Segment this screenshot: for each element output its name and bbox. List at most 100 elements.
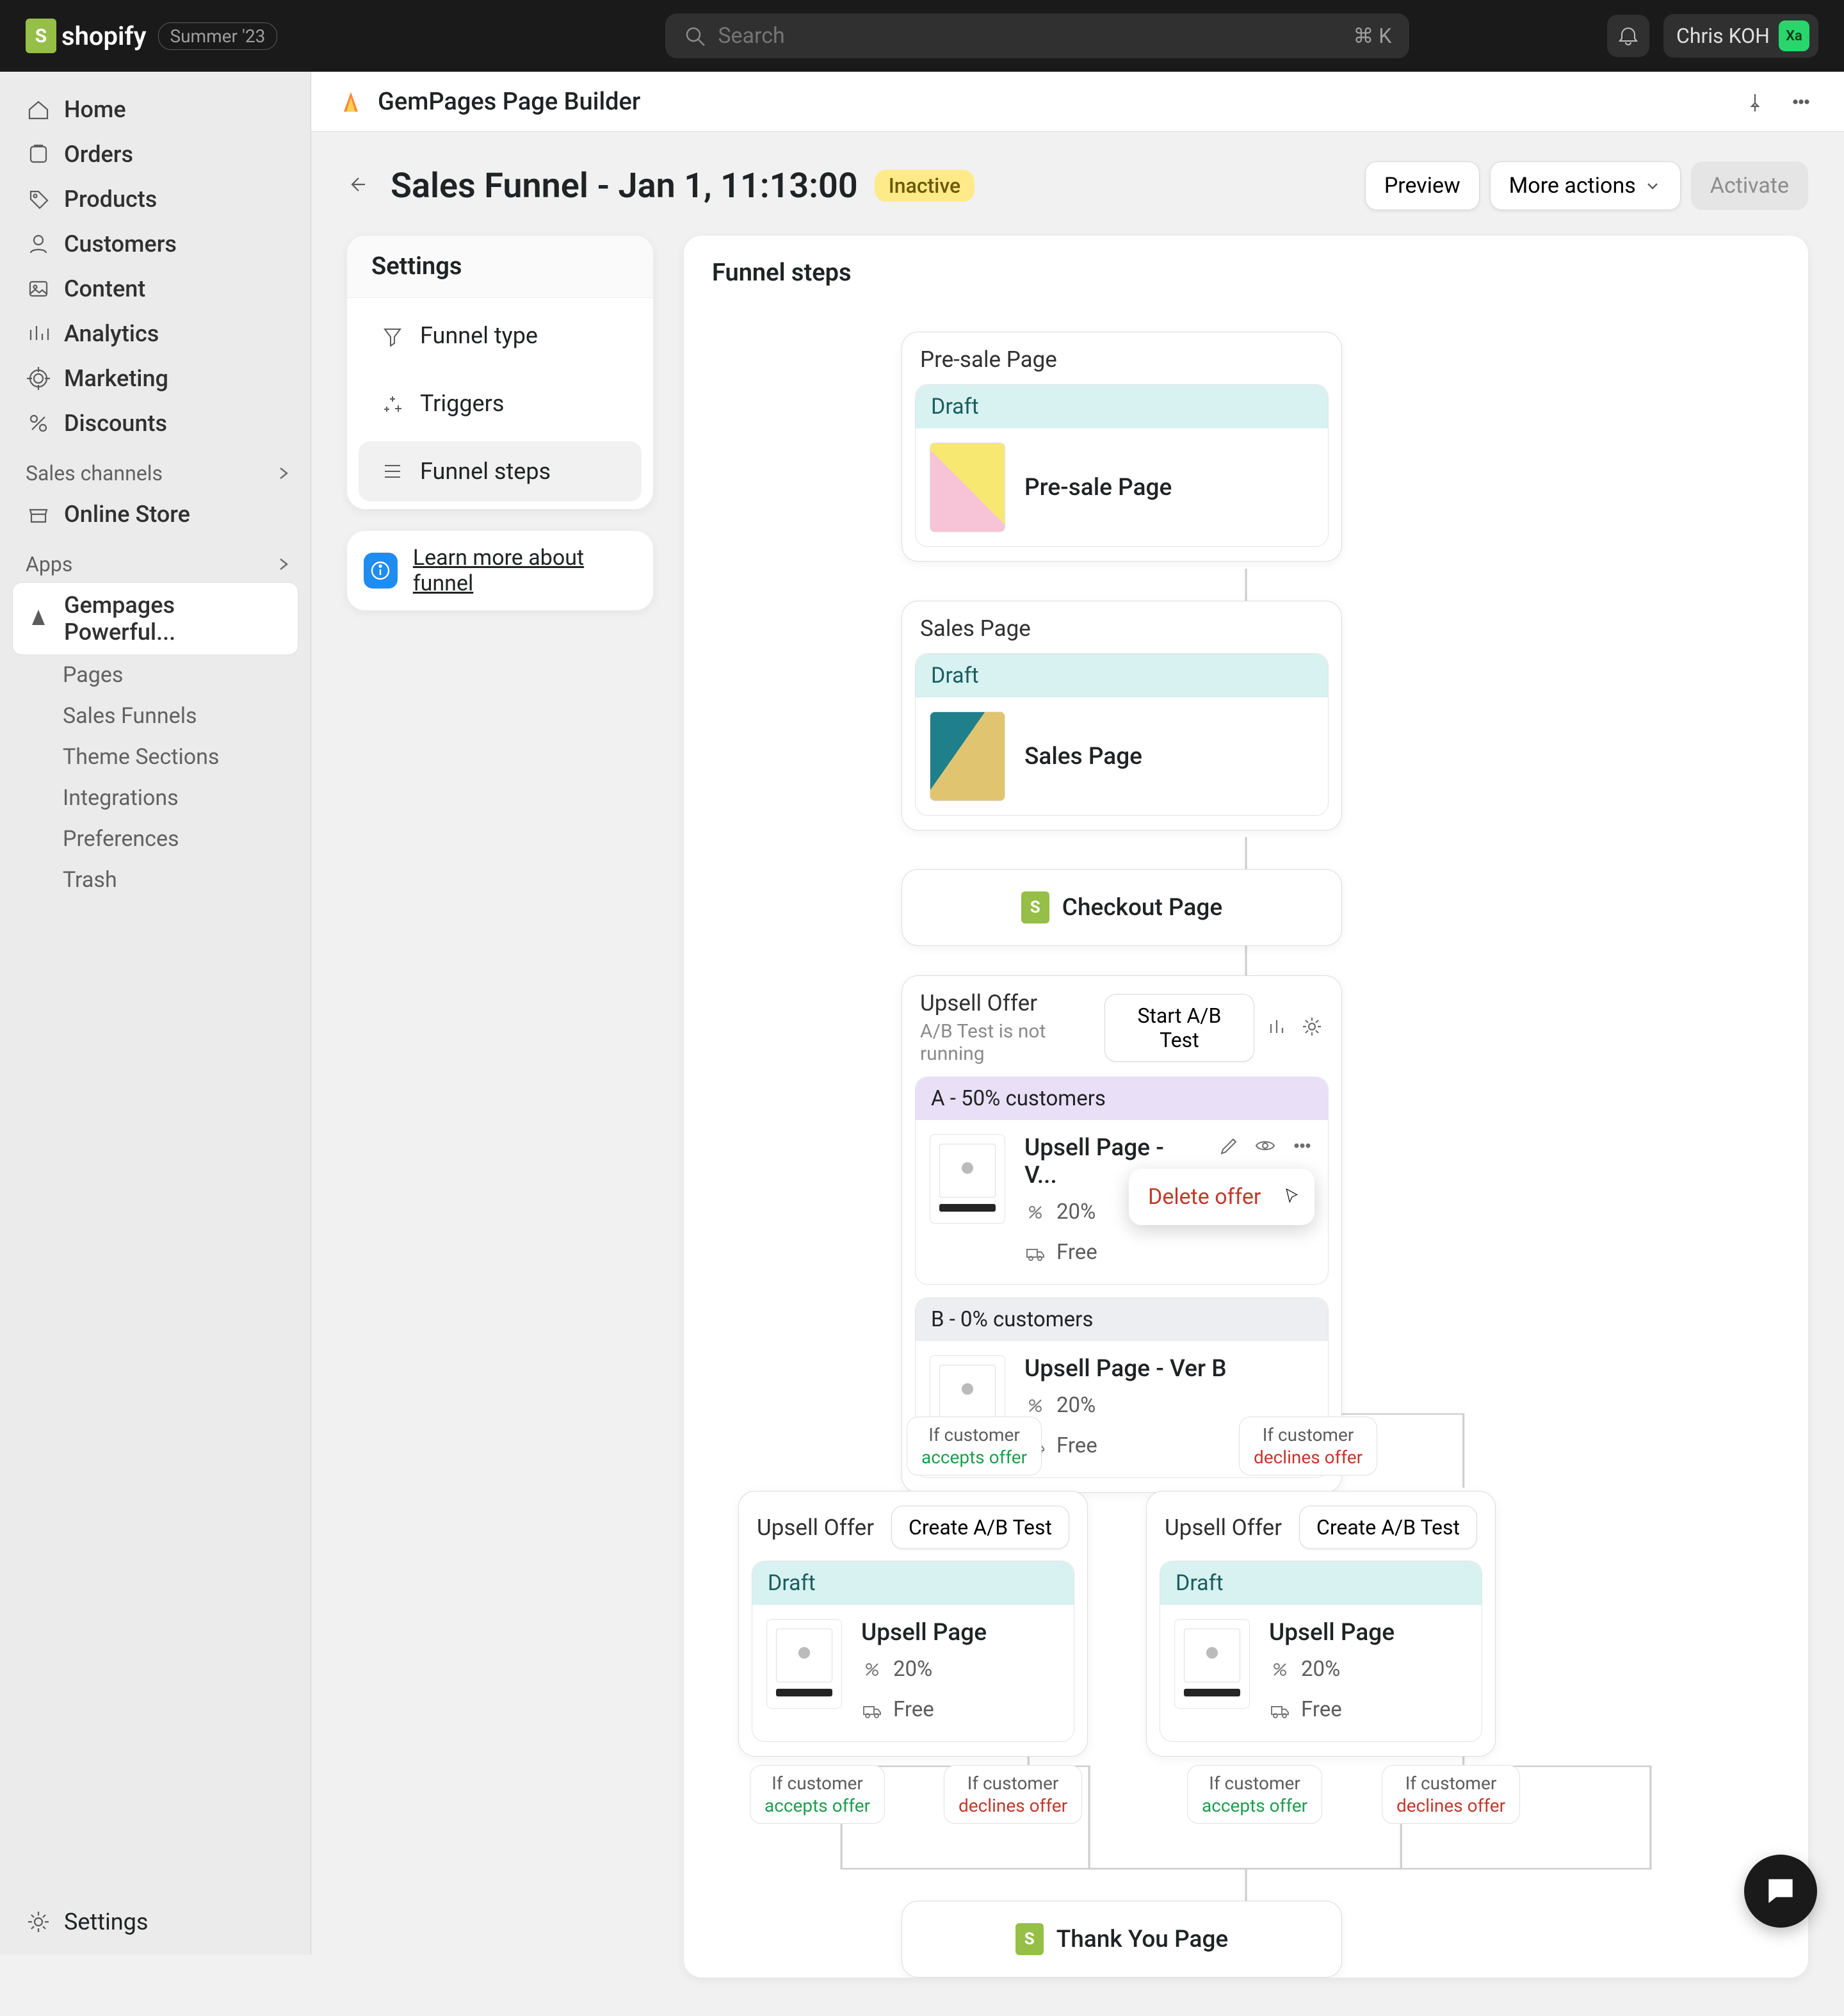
sales-channels-header[interactable]: Sales channels (0, 446, 311, 492)
chat-widget[interactable] (1744, 1855, 1817, 1928)
pin-icon (1743, 90, 1767, 113)
truck-icon (1024, 1242, 1046, 1264)
steps-icon (380, 459, 405, 484)
cond-accept: If customeraccepts offer (750, 1765, 885, 1824)
topbar: S shopify Summer '23 ⌘ K Chris KOH Xa (0, 0, 1844, 72)
page-name: Pre-sale Page (1024, 474, 1172, 501)
node-sales: Sales Page Draft Sales Page (902, 601, 1342, 831)
funnel-icon (380, 323, 405, 348)
sidebar-item-orders[interactable]: Orders (13, 132, 298, 177)
sidebar-item-discounts[interactable]: Discounts (13, 401, 298, 446)
subnav-theme-sections[interactable]: Theme Sections (12, 736, 299, 777)
overflow-button[interactable] (1291, 1134, 1314, 1160)
ship-value: Free (1301, 1697, 1342, 1722)
more-actions-button[interactable]: More actions (1490, 161, 1681, 210)
settings-card: Settings Funnel type Triggers Funnel ste… (347, 236, 653, 509)
subnav-preferences[interactable]: Preferences (12, 818, 299, 859)
shopify-logo[interactable]: S shopify (26, 19, 147, 53)
funnel-canvas: Pre-sale Page Draft Pre-sale Page Sal (684, 300, 1808, 1978)
overflow-button[interactable] (1784, 85, 1818, 119)
funnel-steps-card: Funnel steps (684, 236, 1808, 1978)
delete-offer-label: Delete offer (1148, 1184, 1261, 1210)
discount-value: 20% (893, 1657, 932, 1682)
node-presale: Pre-sale Page Draft Pre-sale Page (902, 332, 1342, 562)
draft-badge: Draft (1160, 1561, 1482, 1605)
upsell-title: Upsell Offer (1165, 1515, 1282, 1541)
upsell-title: Upsell Offer (920, 990, 1104, 1016)
percent-icon (861, 1659, 883, 1680)
app-header: GemPages Page Builder (311, 72, 1844, 132)
page-name: Upsell Page (1269, 1619, 1468, 1646)
delete-offer-popup[interactable]: Delete offer (1129, 1169, 1314, 1225)
preview-button[interactable] (1254, 1134, 1277, 1160)
brand-text: shopify (61, 21, 147, 51)
subnav-integrations[interactable]: Integrations (12, 777, 299, 818)
status-badge: Inactive (875, 170, 975, 202)
info-icon (364, 553, 398, 589)
activate-button[interactable]: Activate (1691, 161, 1808, 210)
sales-title: Sales Page (920, 615, 1031, 642)
cond-decline: If customerdeclines offer (1239, 1417, 1377, 1475)
discount-value: 20% (1301, 1657, 1340, 1682)
sidebar-item-online-store[interactable]: Online Store (13, 492, 298, 537)
search-kbd-hint: ⌘ K (1353, 24, 1391, 48)
sidebar-settings[interactable]: Settings (0, 1889, 311, 1955)
chart-button[interactable] (1266, 1015, 1289, 1041)
sidebar-item-marketing[interactable]: Marketing (13, 356, 298, 401)
chat-icon (1763, 1873, 1799, 1909)
main-content: Sales Funnel - Jan 1, 11:13:00 Inactive … (311, 132, 1844, 2016)
child-inner-card[interactable]: Draft Upsell Page 20% Free (752, 1561, 1074, 1742)
apps-header[interactable]: Apps (0, 537, 311, 583)
edit-button[interactable] (1217, 1134, 1240, 1160)
orders-icon (26, 142, 51, 167)
preview-button[interactable]: Preview (1365, 161, 1480, 210)
cursor-icon (1282, 1187, 1302, 1206)
user-menu[interactable]: Chris KOH Xa (1663, 14, 1818, 58)
ship-value: Free (893, 1697, 934, 1722)
sidebar-item-gempages[interactable]: Gempages Powerful... (13, 583, 298, 654)
learn-more-link[interactable]: Learn more about funnel (413, 545, 636, 596)
variant-b-label: B - 0% customers (916, 1298, 1328, 1341)
pin-button[interactable] (1738, 85, 1772, 119)
search-field[interactable]: ⌘ K (665, 13, 1409, 58)
shopify-bag-icon: S (1021, 891, 1049, 923)
funnel-card-title: Funnel steps (684, 236, 1808, 300)
node-thank-you[interactable]: S Thank You Page (902, 1901, 1342, 1978)
upsell-title: Upsell Offer (757, 1515, 874, 1541)
subnav-sales-funnels[interactable]: Sales Funnels (12, 695, 299, 736)
dots-icon (1291, 1134, 1314, 1157)
sidebar-item-customers[interactable]: Customers (13, 222, 298, 266)
notifications-button[interactable] (1607, 15, 1649, 57)
presale-inner-card[interactable]: Draft Pre-sale Page (915, 384, 1329, 547)
store-icon (26, 501, 51, 527)
thank-you-label: Thank You Page (1056, 1926, 1229, 1953)
settings-funnel-type[interactable]: Funnel type (359, 305, 642, 366)
start-ab-button[interactable]: Start A/B Test (1104, 994, 1254, 1062)
subnav-trash[interactable]: Trash (12, 859, 299, 900)
chart-icon (26, 321, 51, 346)
sidebar-item-products[interactable]: Products (13, 177, 298, 222)
bell-icon (1617, 24, 1640, 47)
sales-inner-card[interactable]: Draft Sales Page (915, 653, 1329, 816)
sidebar-item-home[interactable]: Home (13, 87, 298, 132)
settings-triggers[interactable]: Triggers (359, 373, 642, 434)
settings-card-title: Settings (347, 236, 653, 298)
presale-title: Pre-sale Page (920, 346, 1057, 373)
search-input[interactable] (718, 23, 1353, 49)
sidebar-item-analytics[interactable]: Analytics (13, 311, 298, 356)
create-ab-button[interactable]: Create A/B Test (1299, 1506, 1477, 1549)
brand-area: S shopify Summer '23 (26, 19, 277, 53)
variant-a-label: A - 50% customers (916, 1077, 1328, 1120)
back-button[interactable] (347, 171, 374, 200)
gear-button[interactable] (1300, 1015, 1323, 1041)
gempages-logo-icon (337, 88, 365, 116)
arrow-left-icon (347, 171, 374, 198)
create-ab-button[interactable]: Create A/B Test (891, 1506, 1069, 1549)
settings-funnel-steps[interactable]: Funnel steps (359, 441, 642, 501)
sidebar-item-content[interactable]: Content (13, 266, 298, 311)
draft-badge: Draft (916, 385, 1328, 428)
node-checkout[interactable]: S Checkout Page (902, 869, 1342, 946)
subnav-pages[interactable]: Pages (12, 654, 299, 695)
page-thumb (930, 711, 1005, 801)
child-inner-card[interactable]: Draft Upsell Page 20% Free (1160, 1561, 1482, 1742)
